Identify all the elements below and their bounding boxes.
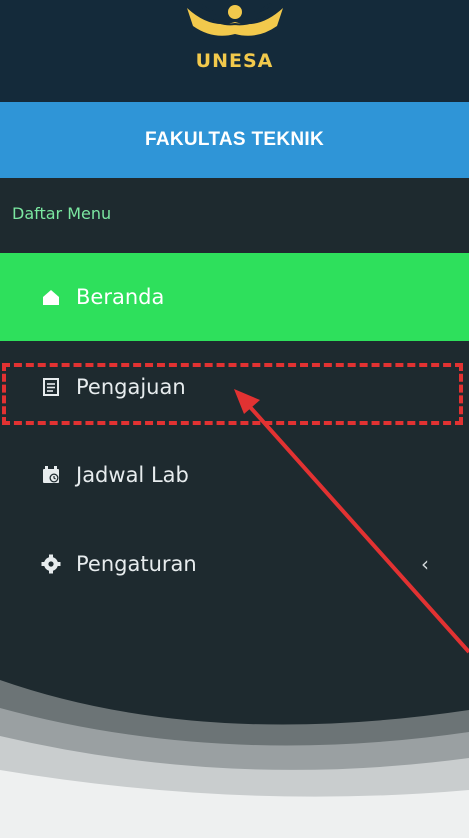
nav-item-pengajuan[interactable]: Pengajuan (0, 343, 469, 431)
nav-item-label: Pengajuan (76, 375, 186, 399)
calendar-icon (40, 464, 62, 486)
menu-header: Daftar Menu (12, 204, 112, 223)
decorative-wave (0, 680, 469, 838)
logo-text: UNESA (195, 50, 274, 72)
nav-item-pengaturan[interactable]: Pengaturan ‹ (0, 520, 469, 608)
chevron-left-icon[interactable]: ‹ (421, 552, 429, 576)
nav-item-label: Jadwal Lab (76, 463, 189, 487)
faculty-band: FAKULTAS TEKNIK (0, 102, 469, 178)
document-icon (40, 376, 62, 398)
nav-item-beranda[interactable]: Beranda (0, 253, 469, 341)
unesa-logo-icon (187, 2, 283, 36)
nav-item-jadwal-lab[interactable]: Jadwal Lab (0, 431, 469, 519)
nav-item-label: Beranda (76, 285, 165, 309)
faculty-title: FAKULTAS TEKNIK (144, 129, 324, 150)
nav-item-label: Pengaturan (76, 552, 197, 576)
sidebar-header: UNESA (0, 0, 469, 102)
gear-icon (40, 553, 62, 575)
home-icon (40, 286, 62, 308)
